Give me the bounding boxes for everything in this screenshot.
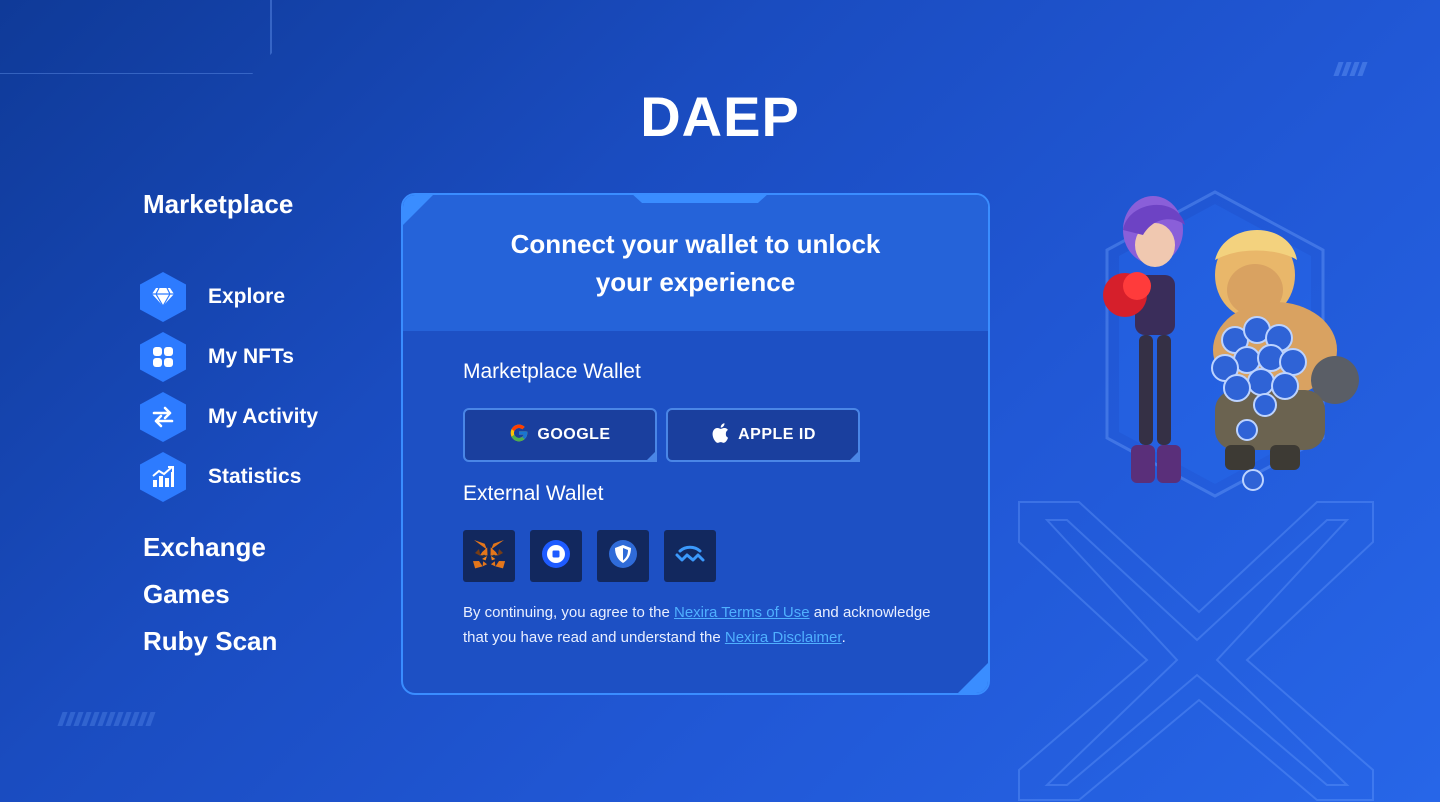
characters-illustration: [1103, 190, 1359, 498]
google-icon: [509, 423, 529, 448]
nav-label: My NFTs: [208, 345, 294, 368]
nav-label: Statistics: [208, 465, 302, 488]
background-x-decoration: [1018, 501, 1374, 801]
apple-icon: [710, 422, 730, 449]
legal-notice: By continuing, you agree to the Nexira T…: [463, 600, 943, 650]
trust-wallet-icon: [608, 539, 638, 574]
card-notch-decoration: [631, 195, 769, 203]
coinbase-icon: [541, 539, 571, 574]
marketplace-wallet-label: Marketplace Wallet: [463, 360, 641, 383]
stripe-decoration: [57, 712, 156, 726]
disclaimer-link[interactable]: Nexira Disclaimer: [725, 629, 842, 646]
trust-wallet-button[interactable]: [597, 530, 649, 582]
grid-icon: [140, 332, 186, 382]
legal-text: .: [841, 629, 846, 646]
card-title-line: your experience: [595, 267, 796, 297]
metamask-icon: [472, 539, 506, 574]
chart-up-icon: [140, 452, 186, 502]
card-header: Connect your wallet to unlock your exper…: [403, 195, 988, 331]
nav-item-my-activity[interactable]: My Activity: [140, 392, 318, 442]
nav-games[interactable]: Games: [143, 579, 230, 610]
apple-button-label: APPLE ID: [738, 426, 816, 443]
google-button-label: GOOGLE: [537, 426, 611, 443]
nav-exchange[interactable]: Exchange: [143, 532, 266, 563]
apple-id-login-button[interactable]: APPLE ID: [666, 408, 860, 462]
swap-arrows-icon: [140, 392, 186, 442]
walletconnect-icon: [674, 544, 706, 569]
google-login-button[interactable]: GOOGLE: [463, 408, 657, 462]
nav-marketplace[interactable]: Marketplace: [143, 189, 293, 220]
legal-text: By continuing, you agree to the: [463, 604, 674, 621]
nav-item-explore[interactable]: Explore: [140, 272, 285, 322]
nav-label: My Activity: [208, 405, 319, 428]
diamond-icon: [140, 272, 186, 322]
corner-decoration: [0, 0, 272, 74]
terms-of-use-link[interactable]: Nexira Terms of Use: [674, 604, 810, 621]
walletconnect-button[interactable]: [664, 530, 716, 582]
card-title-line: Connect your wallet to unlock: [510, 229, 881, 259]
external-wallet-label: External Wallet: [463, 482, 604, 505]
brand-logo[interactable]: DAEP: [0, 84, 1440, 149]
metamask-button[interactable]: [463, 530, 515, 582]
stripe-decoration: [1333, 62, 1368, 76]
connect-wallet-card: Connect your wallet to unlock your exper…: [401, 193, 990, 695]
card-corner-decoration: [956, 661, 988, 693]
nav-item-statistics[interactable]: Statistics: [140, 452, 301, 502]
nav-label: Explore: [208, 285, 286, 308]
card-title: Connect your wallet to unlock your exper…: [486, 225, 906, 301]
coinbase-button[interactable]: [530, 530, 582, 582]
nav-item-my-nfts[interactable]: My NFTs: [140, 332, 294, 382]
nav-ruby-scan[interactable]: Ruby Scan: [143, 626, 277, 657]
